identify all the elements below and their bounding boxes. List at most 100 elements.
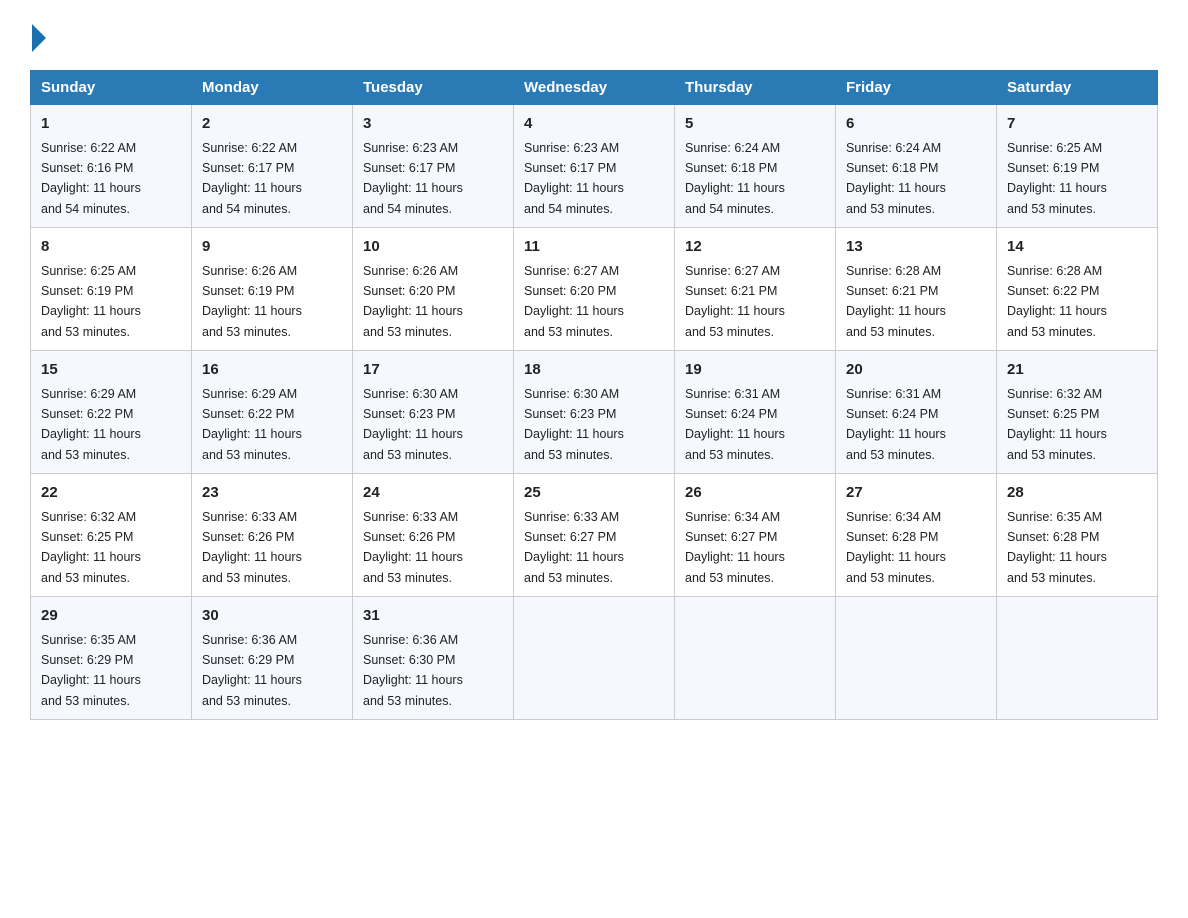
day-number: 31 (363, 605, 503, 628)
day-of-week-header: Wednesday (514, 71, 675, 105)
calendar-day-cell: 8 Sunrise: 6:25 AMSunset: 6:19 PMDayligh… (31, 228, 192, 351)
day-info: Sunrise: 6:33 AMSunset: 6:26 PMDaylight:… (363, 510, 463, 585)
calendar-day-cell: 16 Sunrise: 6:29 AMSunset: 6:22 PMDaylig… (192, 351, 353, 474)
day-number: 11 (524, 236, 664, 259)
day-number: 5 (685, 113, 825, 136)
calendar-day-cell: 17 Sunrise: 6:30 AMSunset: 6:23 PMDaylig… (353, 351, 514, 474)
day-info: Sunrise: 6:28 AMSunset: 6:22 PMDaylight:… (1007, 264, 1107, 339)
day-info: Sunrise: 6:25 AMSunset: 6:19 PMDaylight:… (41, 264, 141, 339)
calendar-day-cell (836, 597, 997, 720)
day-info: Sunrise: 6:25 AMSunset: 6:19 PMDaylight:… (1007, 141, 1107, 216)
calendar-day-cell: 30 Sunrise: 6:36 AMSunset: 6:29 PMDaylig… (192, 597, 353, 720)
day-number: 21 (1007, 359, 1147, 382)
day-info: Sunrise: 6:32 AMSunset: 6:25 PMDaylight:… (41, 510, 141, 585)
calendar-header-row: SundayMondayTuesdayWednesdayThursdayFrid… (31, 71, 1158, 105)
day-info: Sunrise: 6:35 AMSunset: 6:28 PMDaylight:… (1007, 510, 1107, 585)
day-info: Sunrise: 6:22 AMSunset: 6:16 PMDaylight:… (41, 141, 141, 216)
day-info: Sunrise: 6:32 AMSunset: 6:25 PMDaylight:… (1007, 387, 1107, 462)
day-number: 27 (846, 482, 986, 505)
day-info: Sunrise: 6:28 AMSunset: 6:21 PMDaylight:… (846, 264, 946, 339)
day-info: Sunrise: 6:33 AMSunset: 6:27 PMDaylight:… (524, 510, 624, 585)
calendar-day-cell: 24 Sunrise: 6:33 AMSunset: 6:26 PMDaylig… (353, 474, 514, 597)
day-info: Sunrise: 6:27 AMSunset: 6:20 PMDaylight:… (524, 264, 624, 339)
day-info: Sunrise: 6:23 AMSunset: 6:17 PMDaylight:… (524, 141, 624, 216)
calendar-day-cell: 15 Sunrise: 6:29 AMSunset: 6:22 PMDaylig… (31, 351, 192, 474)
day-number: 23 (202, 482, 342, 505)
day-number: 14 (1007, 236, 1147, 259)
day-number: 3 (363, 113, 503, 136)
calendar-day-cell: 27 Sunrise: 6:34 AMSunset: 6:28 PMDaylig… (836, 474, 997, 597)
day-of-week-header: Thursday (675, 71, 836, 105)
day-info: Sunrise: 6:31 AMSunset: 6:24 PMDaylight:… (846, 387, 946, 462)
day-info: Sunrise: 6:27 AMSunset: 6:21 PMDaylight:… (685, 264, 785, 339)
day-number: 8 (41, 236, 181, 259)
day-info: Sunrise: 6:24 AMSunset: 6:18 PMDaylight:… (685, 141, 785, 216)
calendar-day-cell: 22 Sunrise: 6:32 AMSunset: 6:25 PMDaylig… (31, 474, 192, 597)
day-number: 10 (363, 236, 503, 259)
day-info: Sunrise: 6:29 AMSunset: 6:22 PMDaylight:… (41, 387, 141, 462)
calendar-week-row: 1 Sunrise: 6:22 AMSunset: 6:16 PMDayligh… (31, 105, 1158, 228)
day-info: Sunrise: 6:26 AMSunset: 6:19 PMDaylight:… (202, 264, 302, 339)
day-number: 26 (685, 482, 825, 505)
day-info: Sunrise: 6:33 AMSunset: 6:26 PMDaylight:… (202, 510, 302, 585)
day-number: 7 (1007, 113, 1147, 136)
day-info: Sunrise: 6:30 AMSunset: 6:23 PMDaylight:… (363, 387, 463, 462)
calendar-day-cell: 26 Sunrise: 6:34 AMSunset: 6:27 PMDaylig… (675, 474, 836, 597)
calendar-week-row: 22 Sunrise: 6:32 AMSunset: 6:25 PMDaylig… (31, 474, 1158, 597)
calendar-day-cell (675, 597, 836, 720)
calendar-day-cell: 11 Sunrise: 6:27 AMSunset: 6:20 PMDaylig… (514, 228, 675, 351)
day-number: 12 (685, 236, 825, 259)
calendar-table: SundayMondayTuesdayWednesdayThursdayFrid… (30, 70, 1158, 720)
day-info: Sunrise: 6:35 AMSunset: 6:29 PMDaylight:… (41, 633, 141, 708)
day-of-week-header: Saturday (997, 71, 1158, 105)
calendar-day-cell: 19 Sunrise: 6:31 AMSunset: 6:24 PMDaylig… (675, 351, 836, 474)
day-info: Sunrise: 6:36 AMSunset: 6:30 PMDaylight:… (363, 633, 463, 708)
day-info: Sunrise: 6:22 AMSunset: 6:17 PMDaylight:… (202, 141, 302, 216)
day-number: 16 (202, 359, 342, 382)
day-info: Sunrise: 6:24 AMSunset: 6:18 PMDaylight:… (846, 141, 946, 216)
day-number: 28 (1007, 482, 1147, 505)
calendar-day-cell: 9 Sunrise: 6:26 AMSunset: 6:19 PMDayligh… (192, 228, 353, 351)
day-info: Sunrise: 6:26 AMSunset: 6:20 PMDaylight:… (363, 264, 463, 339)
day-number: 24 (363, 482, 503, 505)
day-info: Sunrise: 6:23 AMSunset: 6:17 PMDaylight:… (363, 141, 463, 216)
calendar-day-cell: 4 Sunrise: 6:23 AMSunset: 6:17 PMDayligh… (514, 105, 675, 228)
calendar-day-cell: 20 Sunrise: 6:31 AMSunset: 6:24 PMDaylig… (836, 351, 997, 474)
day-number: 25 (524, 482, 664, 505)
calendar-week-row: 29 Sunrise: 6:35 AMSunset: 6:29 PMDaylig… (31, 597, 1158, 720)
day-number: 17 (363, 359, 503, 382)
calendar-day-cell: 7 Sunrise: 6:25 AMSunset: 6:19 PMDayligh… (997, 105, 1158, 228)
calendar-day-cell: 10 Sunrise: 6:26 AMSunset: 6:20 PMDaylig… (353, 228, 514, 351)
day-of-week-header: Friday (836, 71, 997, 105)
day-number: 4 (524, 113, 664, 136)
day-of-week-header: Monday (192, 71, 353, 105)
day-number: 13 (846, 236, 986, 259)
day-number: 29 (41, 605, 181, 628)
calendar-day-cell: 14 Sunrise: 6:28 AMSunset: 6:22 PMDaylig… (997, 228, 1158, 351)
day-info: Sunrise: 6:36 AMSunset: 6:29 PMDaylight:… (202, 633, 302, 708)
calendar-week-row: 15 Sunrise: 6:29 AMSunset: 6:22 PMDaylig… (31, 351, 1158, 474)
calendar-day-cell: 2 Sunrise: 6:22 AMSunset: 6:17 PMDayligh… (192, 105, 353, 228)
calendar-day-cell: 25 Sunrise: 6:33 AMSunset: 6:27 PMDaylig… (514, 474, 675, 597)
day-number: 30 (202, 605, 342, 628)
day-of-week-header: Sunday (31, 71, 192, 105)
day-number: 18 (524, 359, 664, 382)
calendar-day-cell: 21 Sunrise: 6:32 AMSunset: 6:25 PMDaylig… (997, 351, 1158, 474)
calendar-day-cell: 31 Sunrise: 6:36 AMSunset: 6:30 PMDaylig… (353, 597, 514, 720)
day-number: 22 (41, 482, 181, 505)
day-number: 1 (41, 113, 181, 136)
calendar-day-cell: 12 Sunrise: 6:27 AMSunset: 6:21 PMDaylig… (675, 228, 836, 351)
day-number: 6 (846, 113, 986, 136)
calendar-day-cell: 29 Sunrise: 6:35 AMSunset: 6:29 PMDaylig… (31, 597, 192, 720)
logo (30, 20, 46, 52)
calendar-day-cell: 13 Sunrise: 6:28 AMSunset: 6:21 PMDaylig… (836, 228, 997, 351)
day-info: Sunrise: 6:31 AMSunset: 6:24 PMDaylight:… (685, 387, 785, 462)
calendar-day-cell: 1 Sunrise: 6:22 AMSunset: 6:16 PMDayligh… (31, 105, 192, 228)
calendar-day-cell: 5 Sunrise: 6:24 AMSunset: 6:18 PMDayligh… (675, 105, 836, 228)
calendar-day-cell: 28 Sunrise: 6:35 AMSunset: 6:28 PMDaylig… (997, 474, 1158, 597)
day-number: 9 (202, 236, 342, 259)
day-info: Sunrise: 6:30 AMSunset: 6:23 PMDaylight:… (524, 387, 624, 462)
day-of-week-header: Tuesday (353, 71, 514, 105)
day-info: Sunrise: 6:29 AMSunset: 6:22 PMDaylight:… (202, 387, 302, 462)
day-info: Sunrise: 6:34 AMSunset: 6:27 PMDaylight:… (685, 510, 785, 585)
